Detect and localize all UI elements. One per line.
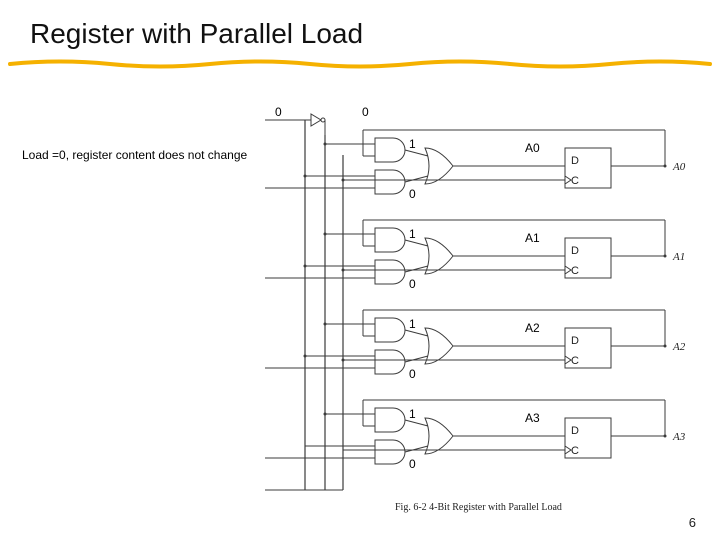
- svg-text:0: 0: [409, 187, 416, 201]
- circuit-diagram: Load Clock I0 1 0 A0 D C: [265, 90, 705, 520]
- svg-text:0: 0: [409, 277, 416, 291]
- slide-title: Register with Parallel Load: [30, 18, 363, 50]
- figure-caption: Fig. 6-2 4-Bit Register with Parallel Lo…: [395, 502, 562, 513]
- svg-text:1: 1: [409, 227, 416, 241]
- stage-2: I2 1 0 A2 D C A2: [265, 310, 686, 381]
- svg-text:D: D: [571, 425, 579, 437]
- svg-text:A1: A1: [672, 251, 685, 263]
- svg-text:0: 0: [409, 457, 416, 471]
- svg-text:1: 1: [409, 137, 416, 151]
- svg-text:A3: A3: [525, 411, 540, 425]
- svg-text:D: D: [571, 335, 579, 347]
- svg-text:A1: A1: [525, 231, 540, 245]
- svg-text:C: C: [571, 445, 579, 457]
- svg-text:A0: A0: [672, 161, 686, 173]
- svg-text:0: 0: [409, 367, 416, 381]
- stage-3: I3 1 0 A3 D C A3: [265, 400, 686, 471]
- svg-text:C: C: [571, 175, 579, 187]
- svg-text:A0: A0: [525, 141, 540, 155]
- svg-text:C: C: [571, 265, 579, 277]
- svg-text:A2: A2: [672, 341, 686, 353]
- svg-text:1: 1: [409, 407, 416, 421]
- svg-text:A3: A3: [672, 431, 686, 443]
- svg-text:1: 1: [409, 317, 416, 331]
- stage-1: I1 1 0 A1 D C A1: [265, 220, 685, 291]
- svg-text:D: D: [571, 155, 579, 167]
- stage-0: I0 1 0 A0 D C A0: [265, 130, 686, 201]
- svg-text:D: D: [571, 245, 579, 257]
- svg-text:C: C: [571, 355, 579, 367]
- page-number: 6: [689, 515, 696, 530]
- condition-note: Load =0, register content does not chang…: [22, 148, 247, 162]
- title-underline: [0, 58, 720, 70]
- svg-text:A2: A2: [525, 321, 540, 335]
